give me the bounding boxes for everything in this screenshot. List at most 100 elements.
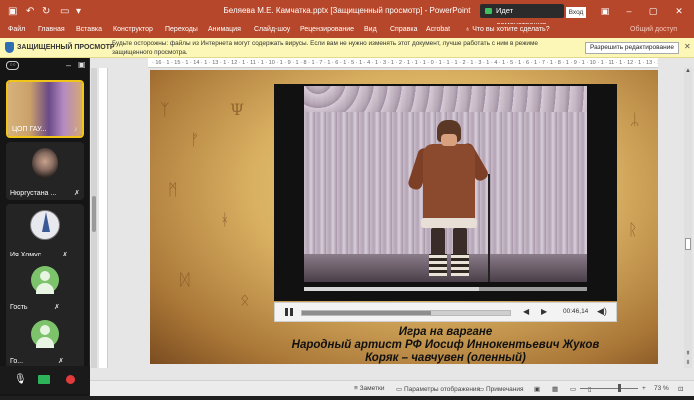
status-bar: ≡ Заметки ▭ Параметры отображения ▭ Прим… (90, 380, 694, 396)
petroglyph-decoration: Ψ (230, 100, 245, 119)
video-progress-fill (304, 287, 480, 291)
tab-transitions[interactable]: Переходы (165, 26, 198, 33)
mic-muted-icon: ♪ (74, 126, 78, 133)
previous-slide-icon[interactable]: ⇞ (684, 350, 692, 357)
view-switch-icon[interactable]: ○○ (6, 61, 19, 70)
meeting-participants-panel: ○○ – ▣ ЦОП ГАУ... ♪ Нюргустана ... ✗ Ия … (0, 58, 90, 396)
performer-figure (406, 120, 491, 280)
close-icon[interactable]: ✕ (672, 5, 686, 17)
thumbnail-pane-scrollbar[interactable] (91, 68, 97, 368)
performer-face (441, 134, 457, 146)
comments-button[interactable]: ▭ Примечания (478, 385, 523, 393)
microphone-icon[interactable]: 🎙 (14, 374, 27, 385)
step-back-icon[interactable]: ◀ (523, 307, 529, 316)
tab-insert[interactable]: Вставка (76, 26, 102, 33)
horizontal-ruler: · 16 · 1 · 15 · 1 · 14 · 1 · 13 · 1 · 12… (148, 58, 658, 68)
expand-panel-icon[interactable]: ▣ (78, 60, 86, 69)
scroll-up-icon[interactable]: ▲ (684, 68, 692, 74)
sign-in-button[interactable]: Вход (566, 7, 586, 18)
taskbar-edge (0, 396, 694, 400)
zoom-slider-handle[interactable] (618, 384, 621, 392)
close-icon[interactable]: ✕ (684, 42, 691, 51)
tab-design[interactable]: Конструктор (113, 26, 153, 33)
default-avatar-icon (31, 320, 59, 348)
vertical-ruler (99, 68, 108, 368)
participant-name: Нюргустана ... (10, 190, 57, 197)
performer-coat (423, 144, 475, 224)
minimize-panel-icon[interactable]: – (66, 60, 71, 70)
default-avatar-icon (31, 266, 59, 294)
video-seek-bar[interactable] (304, 287, 587, 291)
performer-boot-right (451, 254, 469, 276)
video-player[interactable] (274, 84, 617, 301)
ribbon-display-icon[interactable]: ▣ (598, 5, 612, 17)
media-controls: ◀ ▶ 00:46,14 ◀) (274, 302, 617, 322)
enable-editing-button[interactable]: Разрешить редактирование (585, 42, 679, 54)
zoom-in-icon[interactable]: + (642, 385, 646, 392)
tab-file[interactable]: Файл (8, 26, 25, 33)
slideshow-view-icon[interactable]: ▯ (588, 385, 592, 393)
video-frame (304, 86, 587, 282)
title-bar: ▣ ↶ ↻ ▭ ▾ Беляева М.Е. Камчатка.pptx [За… (0, 0, 694, 29)
minimize-icon[interactable]: – (622, 5, 636, 17)
maximize-icon[interactable]: ▢ (646, 5, 660, 17)
notes-label: Заметки (359, 385, 385, 392)
tab-animations[interactable]: Анимация (208, 26, 241, 33)
participant-tile[interactable]: Го... ✗ (6, 310, 84, 368)
tab-slideshow[interactable]: Слайд-шоу (254, 26, 290, 33)
reading-view-icon[interactable]: ▭ (570, 385, 576, 393)
scroll-thumb[interactable] (92, 196, 96, 232)
participant-tile[interactable]: Гость ✗ (6, 256, 84, 314)
meeting-controls: 🎙 (0, 366, 90, 394)
panel-header: ○○ – ▣ (0, 58, 90, 74)
participant-tile[interactable]: Ия Хомус ✗ (6, 204, 84, 262)
pause-icon[interactable] (283, 306, 295, 318)
share-button[interactable]: Общий доступ (630, 26, 677, 33)
participant-tile[interactable]: Нюргустана ... ✗ (6, 142, 84, 200)
lightbulb-icon: ♁ (465, 26, 471, 33)
petroglyph-decoration: ᛗ (168, 180, 178, 199)
caption-line-1: Игра на варгане (398, 326, 493, 338)
tell-me-label: Что вы хотите сделать? (472, 26, 550, 33)
ribbon-tabs: Файл Главная Вставка Конструктор Переход… (0, 24, 694, 38)
stage-curtain (304, 86, 587, 112)
mic-muted-icon: ✗ (74, 190, 80, 197)
step-forward-icon[interactable]: ▶ (541, 307, 547, 316)
petroglyph-decoration: ᛞ (180, 270, 190, 289)
volume-icon[interactable]: ◀) (597, 306, 609, 318)
display-settings-button[interactable]: ▭ Параметры отображения (396, 385, 480, 393)
tab-home[interactable]: Главная (38, 26, 65, 33)
playback-track[interactable] (301, 310, 511, 316)
petroglyph-decoration: ᛟ (240, 290, 250, 309)
notes-button[interactable]: ≡ Заметки (354, 385, 384, 392)
performer-boot-left (429, 254, 447, 276)
zoom-level[interactable]: 73 % (654, 385, 669, 392)
instrument-icon (42, 212, 50, 232)
normal-view-icon[interactable]: ▣ (534, 385, 540, 393)
mic-muted-icon: ✗ (58, 358, 64, 365)
vertical-scrollbar[interactable]: ▲ ⇞ ⇟ (684, 68, 692, 368)
tab-help[interactable]: Справка (390, 26, 417, 33)
tell-me-search[interactable]: ♁ Что вы хотите сделать? (465, 26, 550, 33)
protected-view-title: ЗАЩИЩЕННЫЙ ПРОСМОТР (17, 44, 115, 51)
tab-view[interactable]: Вид (364, 26, 377, 33)
display-settings-label: Параметры отображения (403, 386, 481, 393)
petroglyph-decoration: ᚼ (220, 210, 230, 229)
screen-share-indicator[interactable]: Идет демонстрация (480, 4, 564, 29)
tab-review[interactable]: Рецензирование (300, 26, 354, 33)
slide-sorter-icon[interactable]: ▦ (552, 385, 558, 393)
record-icon[interactable] (66, 375, 75, 384)
participant-tile[interactable]: ЦОП ГАУ... ♪ (6, 80, 84, 138)
comments-label: Примечания (485, 386, 524, 393)
zoom-slider[interactable] (580, 388, 638, 389)
petroglyph-decoration: ᚱ (628, 220, 638, 239)
protected-view-message: Будьте осторожны: файлы из Интернета мог… (112, 40, 538, 56)
playback-time: 00:46,14 (563, 308, 589, 315)
share-screen-icon[interactable] (38, 375, 50, 384)
performer-coat-trim (421, 218, 477, 228)
tab-acrobat[interactable]: Acrobat (426, 26, 450, 33)
scroll-thumb[interactable] (685, 238, 691, 250)
next-slide-icon[interactable]: ⇟ (684, 359, 692, 366)
slide-canvas[interactable]: ᛉ ᚠ Ψ ᛗ ᚼ ᛞ ᛟ ᛦ ᚱ ◀ ▶ 00:46,14 ◀) Игра н… (150, 70, 658, 364)
fit-slide-icon[interactable]: ⊡ (678, 385, 683, 393)
